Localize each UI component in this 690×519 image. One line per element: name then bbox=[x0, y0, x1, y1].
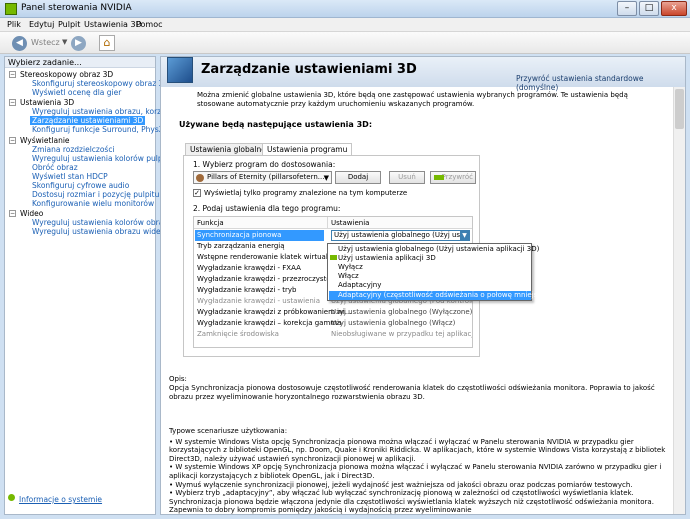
chevron-down-icon: ▼ bbox=[323, 174, 329, 182]
3d-settings-icon bbox=[167, 57, 193, 83]
collapse-icon[interactable]: − bbox=[9, 99, 16, 106]
restore-defaults-link[interactable]: Przywróć ustawienia standardowe (domyśln… bbox=[516, 74, 685, 92]
intro-text: Można zmienić globalne ustawienia 3D, kt… bbox=[197, 91, 628, 108]
row-setting[interactable]: Użyj ustawienia globalnego (Wyłączone) bbox=[331, 308, 472, 316]
collapse-icon[interactable]: − bbox=[9, 71, 16, 78]
tree-item-hdcp[interactable]: Wyświetl stan HDCP bbox=[32, 172, 108, 181]
tree-item-desktop-color[interactable]: Wyreguluj ustawienia kolorów pulpitu bbox=[32, 154, 172, 163]
content-panel: Zarządzanie ustawieniami 3D Przywróć ust… bbox=[160, 56, 686, 515]
row-function[interactable]: Wygładzanie krawędzi z próbkowaniem wi..… bbox=[197, 308, 352, 316]
row-function[interactable]: Wygładzanie krawędzi - ustawienia bbox=[197, 297, 320, 305]
description-label: Opis: bbox=[169, 375, 187, 383]
row-function[interactable]: Wygładzanie krawędzi – korekcja gamma bbox=[197, 319, 341, 327]
tree-item-resolution[interactable]: Zmiana rozdzielczości bbox=[32, 145, 115, 154]
row-setting[interactable]: Nieobsługiwane w przypadku tej aplikacji bbox=[331, 330, 472, 338]
home-icon[interactable]: ⌂ bbox=[99, 35, 115, 51]
dropdown-option[interactable]: Włącz bbox=[338, 272, 359, 280]
info-icon bbox=[8, 494, 15, 501]
maximize-button[interactable]: □ bbox=[639, 1, 659, 16]
tree-category-display[interactable]: Wyświetlanie bbox=[20, 136, 70, 145]
vsync-setting-combo[interactable]: Użyj ustawienia globalnego (Użyj ustawie… bbox=[331, 230, 470, 241]
minimize-button[interactable]: – bbox=[617, 1, 637, 16]
window-title: Panel sterowania NVIDIA bbox=[21, 3, 132, 13]
tree-item-stereo-config[interactable]: Skonfiguruj stereoskopowy obraz 3D bbox=[32, 79, 169, 88]
system-info-link[interactable]: Informacje o systemie bbox=[8, 494, 102, 504]
back-arrow-icon[interactable]: ◀ bbox=[12, 36, 27, 51]
dropdown-option[interactable]: Użyj ustawienia aplikacji 3D bbox=[338, 254, 436, 262]
page-header: Zarządzanie ustawieniami 3D Przywróć ust… bbox=[161, 57, 685, 92]
chevron-down-icon[interactable]: ▼ bbox=[460, 231, 469, 240]
row-function[interactable]: Tryb zarządzania energią bbox=[197, 242, 285, 250]
nvidia-logo-icon bbox=[5, 3, 17, 15]
dropdown-option-selected[interactable]: Adaptacyjny (częstotliwość odświeżania o… bbox=[338, 291, 548, 299]
description-text: Opcja Synchronizacja pionowa dostosowuje… bbox=[169, 384, 655, 401]
menu-edit[interactable]: Edytuj bbox=[29, 20, 54, 29]
vertical-scrollbar[interactable] bbox=[673, 87, 685, 514]
scroll-thumb[interactable] bbox=[675, 89, 684, 129]
tree-item-rotate[interactable]: Obróć obraz bbox=[32, 163, 78, 172]
usage-section: Typowe scenariusze użytkowania: • W syst… bbox=[169, 427, 674, 515]
row-function[interactable]: Wygładzanie krawędzi - tryb bbox=[197, 286, 296, 294]
column-header-function[interactable]: Funkcja bbox=[194, 217, 328, 229]
tree-category-stereo-3d[interactable]: Stereoskopowy obraz 3D bbox=[20, 70, 113, 79]
checkbox-label: Wyświetlaj tylko programy znalezione na … bbox=[204, 189, 408, 197]
tree-category-3d-settings[interactable]: Ustawienia 3D bbox=[20, 98, 74, 107]
tree-item-manage-3d[interactable]: Zarządzanie ustawieniami 3D bbox=[30, 116, 146, 125]
tree-item-digital-audio[interactable]: Skonfiguruj cyfrowe audio bbox=[32, 181, 129, 190]
row-setting[interactable]: Użyj ustawienia globalnego (Włącz) bbox=[331, 319, 455, 327]
section-title: Używane będą następujące ustawienia 3D: bbox=[179, 120, 373, 129]
game-icon bbox=[196, 174, 204, 182]
nvidia-logo-icon bbox=[330, 255, 337, 260]
menu-file[interactable]: Plik bbox=[7, 20, 21, 29]
usage-label: Typowe scenariusze użytkowania: bbox=[169, 427, 288, 435]
tab-global-settings[interactable]: Ustawienia globalne bbox=[185, 143, 271, 155]
tree-item-desktop-size[interactable]: Dostosuj rozmiar i pozycję pulpitu bbox=[32, 190, 159, 199]
dropdown-option[interactable]: Wyłącz bbox=[338, 263, 363, 271]
tree-category-video[interactable]: Wideo bbox=[20, 209, 43, 218]
tree-item-surround-physx[interactable]: Konfiguruj funkcje Surround, PhysX bbox=[32, 125, 164, 134]
forward-arrow-icon[interactable]: ▶ bbox=[71, 36, 86, 51]
step2-label: 2. Podaj ustawienia dla tego programu: bbox=[193, 204, 341, 213]
task-header: Wybierz zadanie... bbox=[5, 57, 155, 68]
close-button[interactable]: x bbox=[661, 1, 687, 16]
row-function[interactable]: Zamknięcie środowiska bbox=[197, 330, 279, 338]
usage-item: • Wybierz tryb „adaptacyjny”, aby włącza… bbox=[169, 489, 654, 515]
title-bar[interactable]: Panel sterowania NVIDIA – □ x bbox=[0, 0, 690, 18]
step1-label: 1. Wybierz program do dostosowania: bbox=[193, 160, 336, 169]
tree-item-game-rating[interactable]: Wyświetl ocenę dla gier bbox=[32, 88, 121, 97]
add-program-button[interactable]: Dodaj bbox=[335, 171, 381, 184]
usage-item: • W systemie Windows Vista opcję Synchro… bbox=[169, 437, 666, 463]
task-tree-panel: Wybierz zadanie... − Stereoskopowy obraz… bbox=[4, 56, 192, 515]
row-function[interactable]: Wygładzanie krawędzi - FXAA bbox=[197, 264, 301, 272]
collapse-icon[interactable]: − bbox=[9, 210, 16, 217]
usage-item: • W systemie Windows XP opcję Synchroniz… bbox=[169, 463, 662, 480]
column-header-setting[interactable]: Ustawienia bbox=[328, 217, 472, 229]
history-dropdown-icon[interactable]: ▼ bbox=[62, 38, 67, 46]
restore-program-button[interactable]: Przywróć bbox=[430, 171, 476, 184]
menu-bar: Plik Edytuj Pulpit Ustawienia 3D Pomoc bbox=[0, 18, 690, 32]
usage-item: • Wymuś wyłączenie synchronizacji pionow… bbox=[169, 480, 633, 489]
toolbar: ◀ Wstecz ▼ ▶ ⌂ bbox=[0, 32, 690, 54]
back-label[interactable]: Wstecz bbox=[31, 38, 60, 47]
row-function[interactable]: Wygładzanie krawędzi - przezroczystość bbox=[197, 275, 338, 283]
show-found-programs-checkbox[interactable]: ✓ bbox=[193, 189, 201, 197]
vsync-dropdown-list: Użyj ustawienia globalnego (Użyj ustawie… bbox=[327, 243, 548, 301]
menu-desktop[interactable]: Pulpit bbox=[58, 20, 80, 29]
collapse-icon[interactable]: − bbox=[9, 137, 16, 144]
description-section: Opis: Opcja Synchronizacja pionowa dosto… bbox=[169, 375, 669, 402]
tree-item-video-image[interactable]: Wyreguluj ustawienia obrazu wideo bbox=[32, 227, 165, 236]
dropdown-option[interactable]: Użyj ustawienia globalnego (Użyj ustawie… bbox=[338, 245, 539, 253]
row-function-vsync[interactable]: Synchronizacja pionowa bbox=[197, 231, 281, 239]
program-select[interactable]: Pillars of Eternity (pillarsofetern... ▼ bbox=[193, 171, 332, 184]
remove-program-button[interactable]: Usuń bbox=[389, 171, 425, 184]
menu-3d-settings[interactable]: Ustawienia 3D bbox=[84, 20, 142, 29]
page-title: Zarządzanie ustawieniami 3D bbox=[201, 62, 417, 77]
dropdown-option[interactable]: Adaptacyjny bbox=[338, 281, 381, 289]
menu-help[interactable]: Pomoc bbox=[136, 20, 163, 29]
nvidia-logo-icon bbox=[434, 175, 444, 180]
tree-item-multi-monitor[interactable]: Konfigurowanie wielu monitorów bbox=[32, 199, 154, 208]
